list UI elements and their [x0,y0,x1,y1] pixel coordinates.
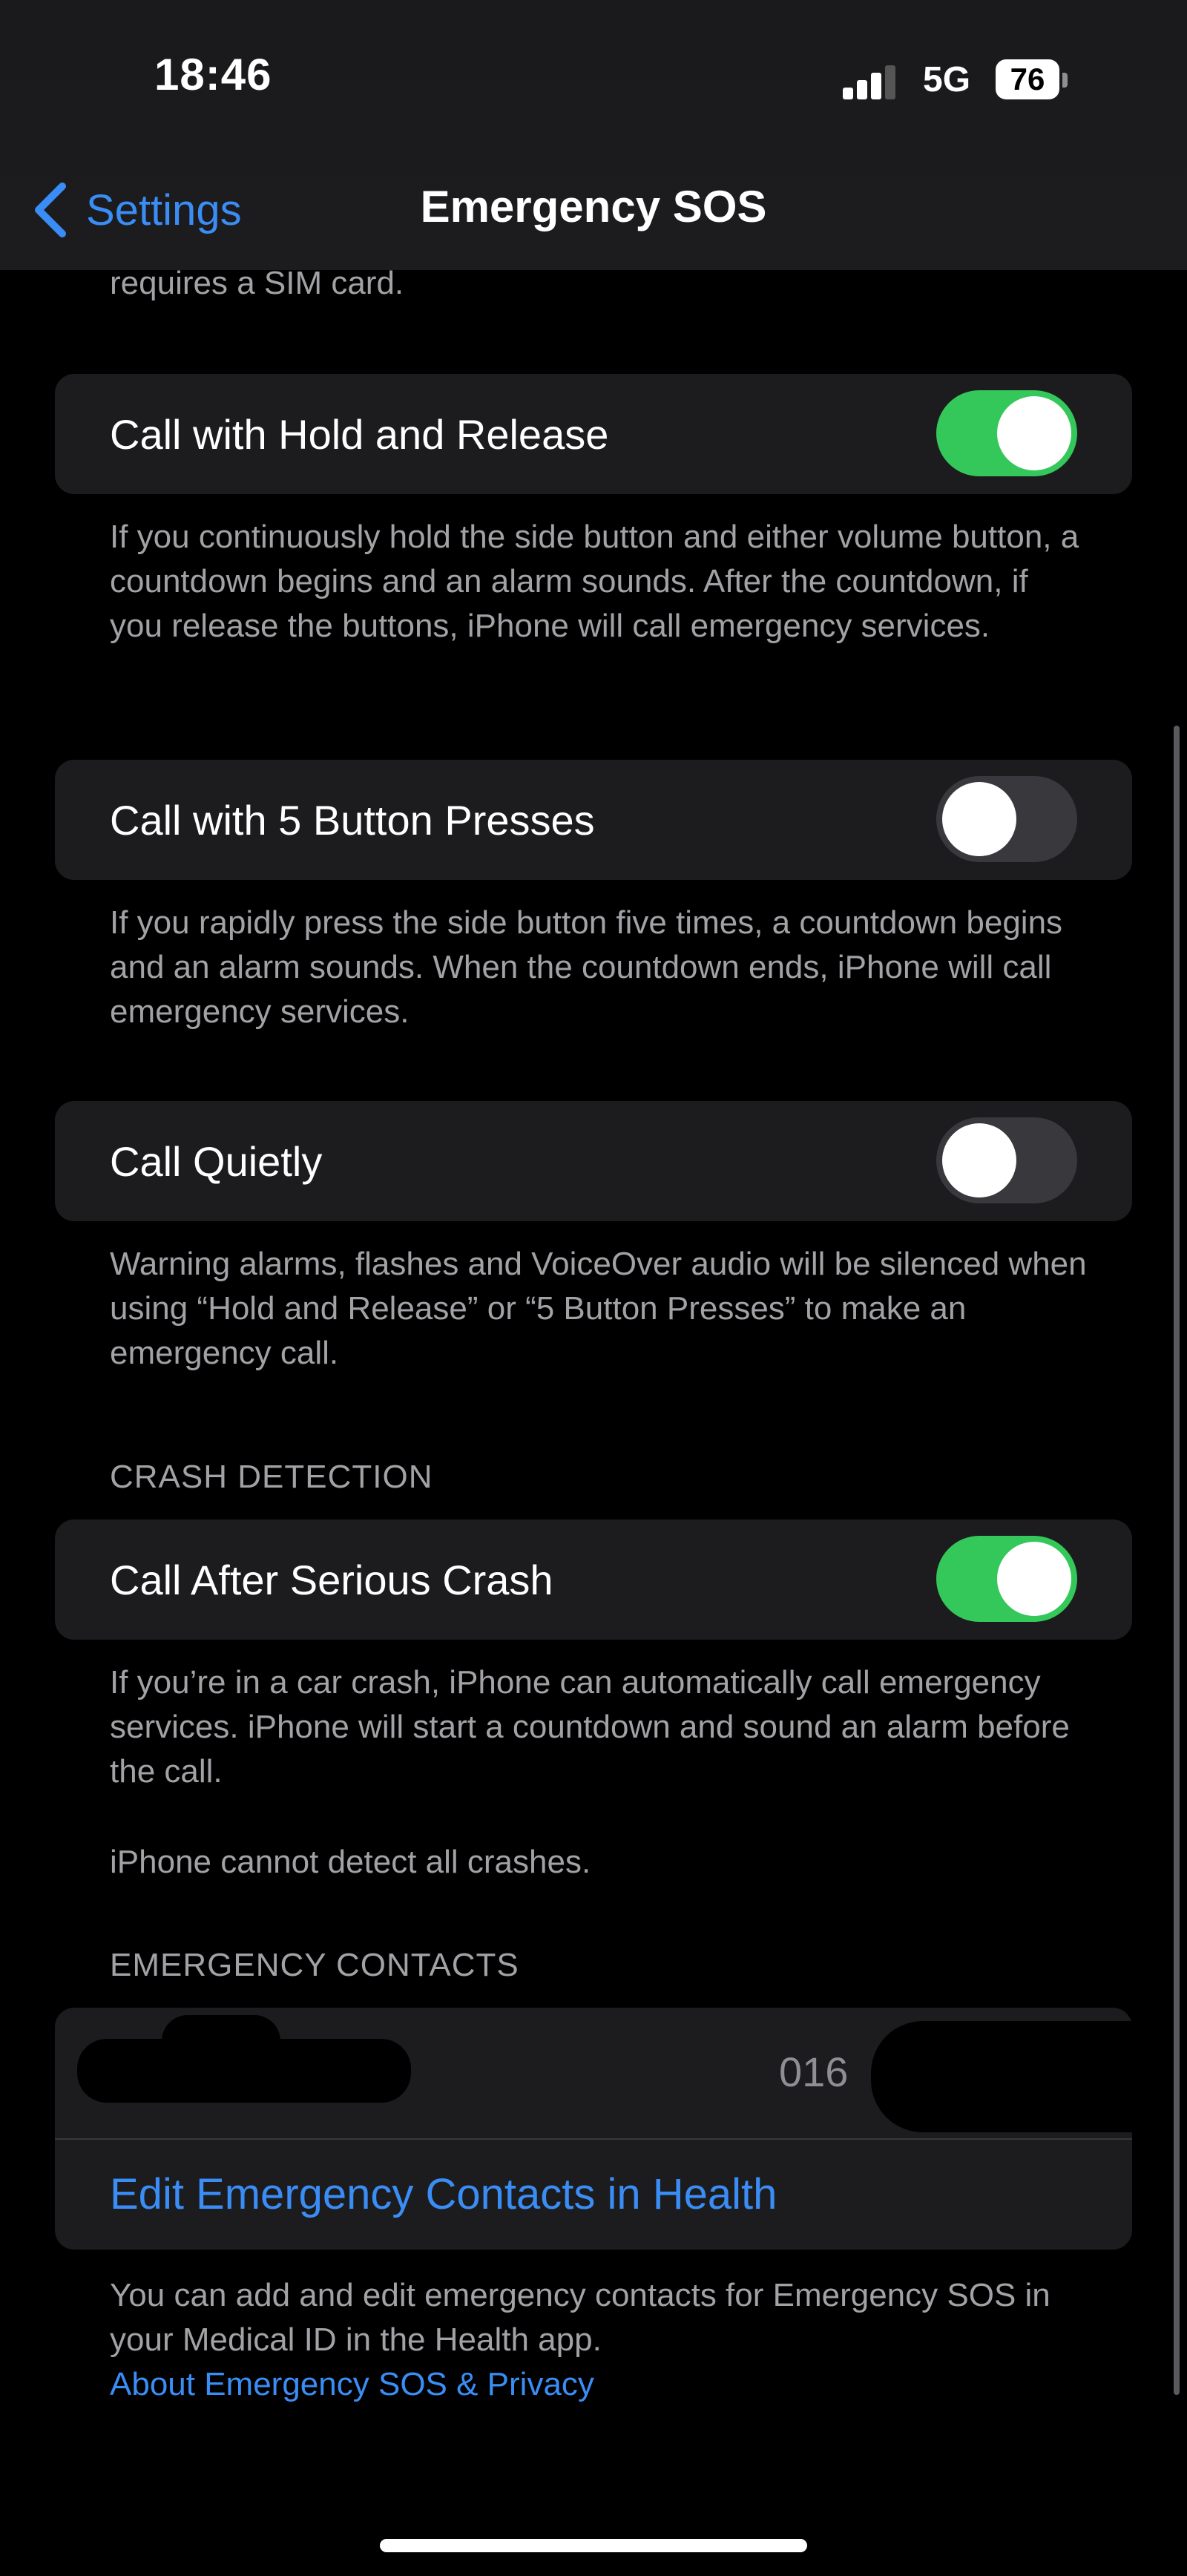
hold-release-row: Call with Hold and Release [55,374,1132,494]
status-time: 18:46 [154,50,272,99]
call-quietly-group: Call Quietly [55,1101,1132,1221]
home-indicator[interactable] [380,2539,807,2552]
toggle-knob [997,1542,1071,1616]
hold-release-label: Call with Hold and Release [110,410,609,458]
call-quietly-row: Call Quietly [55,1101,1132,1221]
five-presses-footer: If you rapidly press the side button fiv… [110,904,1063,1030]
cellular-signal-icon [843,64,896,99]
scroll-indicator[interactable] [1174,726,1180,2395]
partial-footer-text: requires a SIM card. [110,265,404,301]
five-presses-label: Call with 5 Button Presses [110,796,595,844]
edit-contacts-link[interactable]: Edit Emergency Contacts in Health [110,2169,777,2219]
hold-release-group: Call with Hold and Release [55,374,1132,494]
redacted-phone-number [871,2021,1187,2132]
five-presses-row: Call with 5 Button Presses [55,760,1132,880]
top-bar: 18:46 5G 76 Settings Emergency SOS [0,0,1187,270]
crash-detection-row: Call After Serious Crash [55,1519,1132,1640]
privacy-link[interactable]: About Emergency SOS & Privacy [110,2362,1089,2407]
call-quietly-label: Call Quietly [110,1137,323,1185]
redacted-contact-name [77,2015,411,2103]
call-quietly-toggle[interactable] [936,1117,1077,1203]
page-title: Emergency SOS [420,182,767,231]
call-quietly-footer: Warning alarms, flashes and VoiceOver au… [110,1246,1087,1371]
toggle-knob [942,1123,1016,1197]
crash-detection-note: iPhone cannot detect all crashes. [110,1844,591,1880]
emergency-contacts-header: EMERGENCY CONTACTS [110,1947,519,1983]
crash-detection-footer: If you’re in a car crash, iPhone can aut… [110,1664,1070,1790]
emergency-sos-screen: 18:46 5G 76 Settings Emergency SOS requi… [0,0,1187,2576]
hold-release-toggle[interactable] [936,390,1077,476]
crash-detection-group: Call After Serious Crash [55,1519,1132,1640]
network-type: 5G [923,60,971,99]
emergency-contacts-group: 016 Edit Emergency Contacts in Health [55,2008,1187,2250]
contact-row[interactable]: 016 [55,2008,1187,2140]
hold-release-footer: If you continuously hold the side button… [110,519,1079,644]
crash-detection-label: Call After Serious Crash [110,1556,553,1603]
crash-detection-header: CRASH DETECTION [110,1459,433,1495]
emergency-contacts-footer-text: You can add and edit emergency contacts … [110,2277,1050,2358]
toggle-knob [997,396,1071,470]
toggle-knob [942,782,1016,856]
edit-contacts-row[interactable]: Edit Emergency Contacts in Health [55,2140,1132,2250]
battery-cap [1062,73,1068,88]
emergency-contacts-footer: You can add and edit emergency contacts … [110,2273,1089,2407]
battery-icon: 76 [996,59,1059,99]
five-presses-group: Call with 5 Button Presses [55,760,1132,880]
crash-detection-toggle[interactable] [936,1536,1077,1622]
five-presses-toggle[interactable] [936,776,1077,862]
contact-phone: 016 [779,2048,849,2095]
